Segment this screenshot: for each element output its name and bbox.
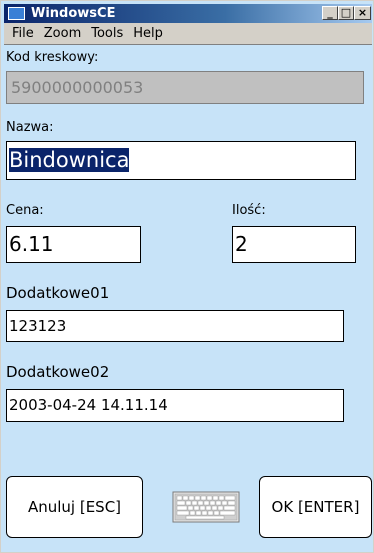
name-field-value: Bindownica — [9, 148, 130, 172]
window-title: WindowsCE — [31, 6, 116, 21]
cancel-button[interactable]: Anuluj [ESC] — [6, 476, 143, 538]
quantity-label: Ilość: — [232, 203, 266, 218]
price-field[interactable]: 6.11 — [6, 226, 141, 263]
maximize-button[interactable]: □ — [338, 6, 354, 20]
menu-zoom[interactable]: Zoom — [44, 24, 81, 43]
quantity-field[interactable]: 2 — [232, 226, 356, 263]
barcode-label: Kod kreskowy: — [6, 50, 99, 65]
extra1-label: Dodatkowe01 — [6, 284, 110, 302]
extra1-field[interactable]: 123123 — [6, 310, 344, 342]
minimize-button[interactable]: _ — [322, 6, 338, 20]
app-window-icon — [8, 7, 25, 20]
keyboard-icon[interactable] — [172, 491, 240, 523]
title-bar[interactable]: WindowsCE _ □ × — [4, 4, 372, 23]
price-label: Cena: — [6, 203, 44, 218]
menu-file[interactable]: File — [12, 24, 34, 43]
menu-bar: File Zoom Tools Help — [4, 23, 372, 45]
ok-button[interactable]: OK [ENTER] — [259, 476, 372, 538]
barcode-field[interactable]: 5900000000053 — [6, 71, 364, 104]
name-label: Nazwa: — [6, 120, 54, 135]
app-window: WindowsCE _ □ × File Zoom Tools Help Kod… — [0, 0, 374, 553]
name-field[interactable]: Bindownica — [6, 141, 356, 180]
close-button[interactable]: × — [354, 6, 371, 20]
menu-tools[interactable]: Tools — [91, 24, 123, 43]
menu-help[interactable]: Help — [133, 24, 163, 43]
extra2-field[interactable]: 2003-04-24 14.11.14 — [6, 389, 344, 422]
extra2-label: Dodatkowe02 — [6, 363, 110, 381]
